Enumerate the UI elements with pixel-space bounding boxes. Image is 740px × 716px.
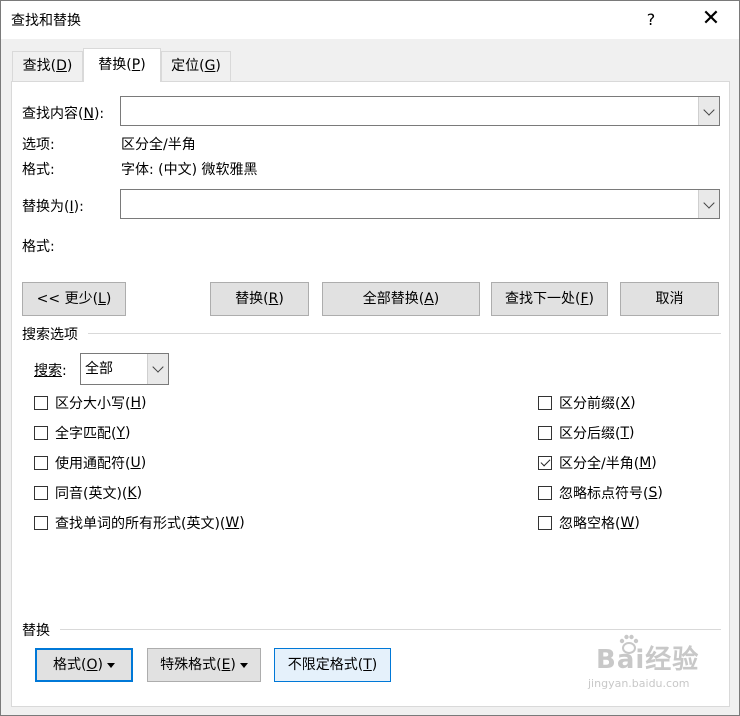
baidu-jingyan-watermark: Bai经验 jingyan.baidu.com (566, 633, 716, 693)
dialog-body: 查找(D) 替换(P) 定位(G) 查找内容(N): 选项: 区分全/半角 格式… (1, 39, 739, 715)
whole-word-checkbox[interactable]: 全字匹配(Y) (34, 423, 131, 443)
checkbox-box[interactable] (34, 426, 48, 440)
checkbox-box-checked[interactable] (538, 456, 552, 470)
checkbox-box[interactable] (34, 516, 48, 530)
checkbox-box[interactable] (538, 396, 552, 410)
checkbox-box[interactable] (34, 456, 48, 470)
replace-panel: 查找内容(N): 选项: 区分全/半角 格式: 字体: (中文) 微软雅黑 替换… (11, 81, 730, 707)
find-format-label: 格式: (22, 162, 55, 178)
all-word-forms-checkbox[interactable]: 查找单词的所有形式(英文)(W) (34, 513, 245, 533)
checkbox-box[interactable] (538, 486, 552, 500)
find-what-dropdown[interactable] (698, 97, 719, 125)
find-format-value: 字体: (中文) 微软雅黑 (121, 162, 258, 178)
tab-goto[interactable]: 定位(G) (161, 51, 231, 81)
replace-format-label: 格式: (22, 239, 55, 255)
less-button[interactable]: << 更少(L) (22, 282, 126, 316)
match-case-checkbox[interactable]: 区分大小写(H) (34, 393, 146, 413)
ignore-punctuation-checkbox[interactable]: 忽略标点符号(S) (538, 483, 663, 503)
checkbox-box[interactable] (538, 516, 552, 530)
checkbox-box[interactable] (538, 426, 552, 440)
special-format-button[interactable]: 特殊格式(E) (147, 648, 261, 682)
ignore-whitespace-checkbox[interactable]: 忽略空格(W) (538, 513, 640, 533)
sounds-like-checkbox[interactable]: 同音(英文)(K) (34, 483, 142, 503)
cancel-button[interactable]: 取消 (620, 282, 719, 316)
replace-with-dropdown[interactable] (698, 190, 719, 218)
match-suffix-checkbox[interactable]: 区分后缀(T) (538, 423, 635, 443)
caret-down-icon (239, 662, 248, 668)
caret-down-icon (106, 662, 115, 668)
help-button[interactable]: ? (633, 5, 669, 35)
close-button[interactable]: ✕ (693, 5, 729, 35)
chevron-down-icon (703, 104, 715, 116)
watermark-url: jingyan.baidu.com (588, 677, 690, 690)
divider (88, 333, 721, 334)
search-direction-value: 全部 (85, 361, 113, 377)
find-next-button[interactable]: 查找下一处(F) (491, 282, 608, 316)
find-what-combo[interactable] (120, 96, 720, 126)
format-button[interactable]: 格式(O) (35, 648, 133, 682)
replace-with-input[interactable] (121, 190, 697, 218)
options-label: 选项: (22, 137, 55, 153)
chevron-down-icon (152, 361, 164, 373)
search-direction-dropdown[interactable] (147, 354, 168, 384)
watermark-text: Bai经验 (596, 645, 700, 675)
tab-replace[interactable]: 替换(P) (83, 48, 161, 82)
replace-with-label: 替换为(I): (22, 199, 84, 215)
checkbox-box[interactable] (34, 486, 48, 500)
find-what-input[interactable] (121, 97, 697, 125)
find-replace-dialog: 查找和替换 ? ✕ 查找(D) 替换(P) 定位(G) 查找内容(N): 选项:… (0, 0, 740, 716)
replace-with-combo[interactable] (120, 189, 720, 219)
title-bar: 查找和替换 ? ✕ (1, 1, 739, 39)
no-formatting-button[interactable]: 不限定格式(T) (274, 648, 391, 682)
find-what-label: 查找内容(N): (22, 106, 105, 122)
wildcards-checkbox[interactable]: 使用通配符(U) (34, 453, 146, 473)
match-width-checkbox[interactable]: 区分全/半角(M) (538, 453, 657, 473)
search-direction-select[interactable]: 全部 (80, 353, 169, 385)
search-direction-label: 搜索: (34, 363, 67, 379)
checkbox-box[interactable] (34, 396, 48, 410)
dialog-title: 查找和替换 (11, 13, 81, 29)
replace-heading: 替换 (22, 623, 50, 639)
options-value: 区分全/半角 (121, 137, 196, 153)
replace-all-button[interactable]: 全部替换(A) (322, 282, 480, 316)
divider (60, 629, 721, 630)
replace-button[interactable]: 替换(R) (210, 282, 309, 316)
match-prefix-checkbox[interactable]: 区分前缀(X) (538, 393, 636, 413)
chevron-down-icon (703, 197, 715, 209)
tab-find[interactable]: 查找(D) (12, 51, 83, 81)
search-options-heading: 搜索选项 (22, 327, 78, 343)
